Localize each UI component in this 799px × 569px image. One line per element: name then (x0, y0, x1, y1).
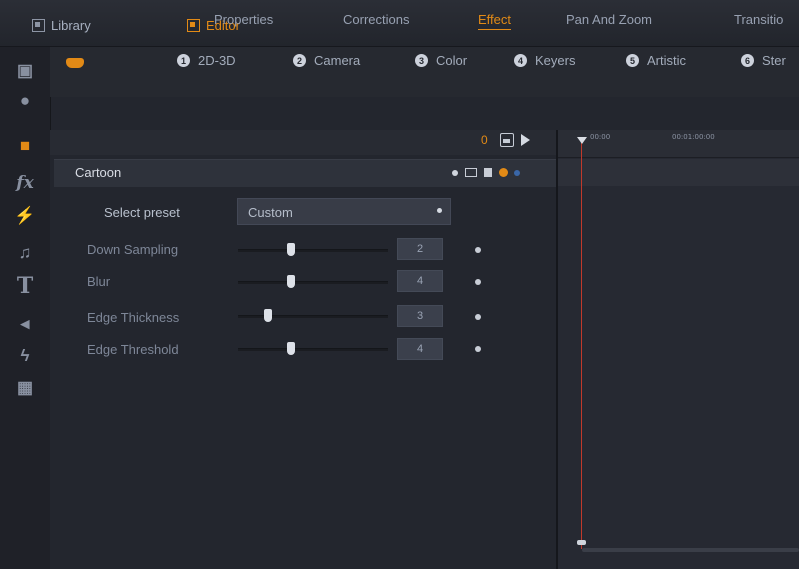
theme-icon[interactable]: ▣ (13, 60, 37, 82)
disc-menu-icon[interactable]: ▦ (13, 377, 37, 399)
reset-icon[interactable] (475, 346, 481, 352)
slider-knob[interactable] (286, 275, 295, 288)
effect-badge-icon (66, 58, 84, 68)
editor-icon (187, 18, 200, 32)
playhead[interactable] (581, 139, 582, 549)
title-icon[interactable]: T (13, 273, 37, 299)
reset-icon[interactable] (475, 279, 481, 285)
category-number: 2 (293, 54, 306, 67)
sound-icon[interactable]: ◂ (13, 313, 37, 335)
param-label-blur: Blur (87, 274, 111, 289)
montage-icon[interactable]: ● (13, 90, 37, 112)
tab-transition[interactable]: Transitio (734, 12, 783, 27)
expand-icon[interactable] (452, 170, 458, 176)
timeline[interactable] (558, 130, 799, 569)
reset-icon[interactable] (475, 247, 481, 253)
category-number: 4 (514, 54, 527, 67)
category-color[interactable]: 3 Color (415, 53, 467, 68)
timeline-scrollbar[interactable] (582, 548, 799, 552)
category-label: Camera (314, 53, 361, 68)
library-icon (32, 18, 45, 32)
slider-knob[interactable] (264, 309, 272, 322)
slider-track-edge-threshold[interactable] (238, 348, 388, 351)
tab-effect[interactable]: Effect (478, 12, 512, 30)
ruler-label: 00:01:00:00 (672, 133, 715, 141)
category-number: 1 (177, 54, 190, 67)
preview-icon[interactable] (465, 168, 477, 177)
value-field-edge-thickness[interactable]: 3 (397, 305, 443, 327)
enable-icon[interactable] (514, 170, 520, 176)
category-artistic[interactable]: 5 Artistic (626, 53, 686, 68)
value-field-down-sampling[interactable]: 2 (397, 238, 443, 260)
category-label: Keyers (535, 53, 576, 68)
category-camera[interactable]: 2 Camera (293, 53, 360, 68)
fx-icon[interactable]: fx (13, 172, 37, 194)
delete-icon[interactable] (484, 168, 492, 177)
playhead-end-handle[interactable] (577, 540, 586, 545)
category-label: Artistic (647, 53, 686, 68)
value-field-blur[interactable]: 4 (397, 270, 443, 292)
preset-label: Select preset (104, 205, 180, 220)
timeline-track[interactable] (558, 159, 799, 186)
tab-properties[interactable]: Properties (214, 12, 273, 27)
counter-label: 0 (481, 133, 488, 147)
category-number: 3 (415, 54, 428, 67)
param-label-down-sampling: Down Sampling (87, 242, 179, 257)
slider-track-blur[interactable] (238, 281, 388, 284)
slider-track-edge-thickness[interactable] (238, 315, 388, 318)
category-number: 5 (626, 54, 639, 67)
save-icon[interactable] (500, 133, 514, 147)
tab-library[interactable]: Library (32, 14, 91, 36)
param-label-edge-thickness: Edge Thickness (87, 310, 180, 325)
keyframe-icon[interactable] (499, 168, 508, 177)
reset-icon[interactable] (475, 314, 481, 320)
playhead-handle-icon[interactable] (577, 137, 587, 144)
value-field-edge-threshold[interactable]: 4 (397, 338, 443, 360)
param-label-edge-threshold: Edge Threshold (87, 342, 179, 357)
motion-icon[interactable]: ϟ (13, 345, 37, 367)
ruler-label: 00:00 (590, 133, 611, 141)
slider-track-down-sampling[interactable] (238, 249, 388, 252)
category-2d-3d[interactable]: 1 2D-3D (177, 53, 236, 68)
sidebar: ▣ ● ■ fx ⚡ ♫ T ◂ ϟ ▦ (0, 47, 51, 569)
tab-corrections[interactable]: Corrections (343, 12, 409, 27)
effect-header[interactable] (54, 159, 556, 187)
category-label: Ster (762, 53, 786, 68)
tab-pan-and-zoom[interactable]: Pan And Zoom (566, 12, 652, 27)
transition-icon[interactable]: ⚡ (13, 205, 37, 227)
music-icon[interactable]: ♫ (13, 242, 37, 264)
category-stereo[interactable]: 6 Ster (741, 53, 786, 68)
category-keyers[interactable]: 4 Keyers (514, 53, 575, 68)
slider-knob[interactable] (286, 342, 295, 355)
preset-value: Custom (248, 205, 293, 220)
category-label: 2D-3D (198, 53, 236, 68)
category-number: 6 (741, 54, 754, 67)
slider-knob[interactable] (286, 243, 295, 256)
effect-title: Cartoon (75, 165, 122, 180)
chevron-down-icon[interactable] (437, 208, 442, 213)
effect-icon[interactable]: ■ (13, 135, 37, 157)
play-icon[interactable] (521, 134, 530, 146)
tab-library-label: Library (51, 17, 91, 33)
category-label: Color (436, 53, 468, 68)
